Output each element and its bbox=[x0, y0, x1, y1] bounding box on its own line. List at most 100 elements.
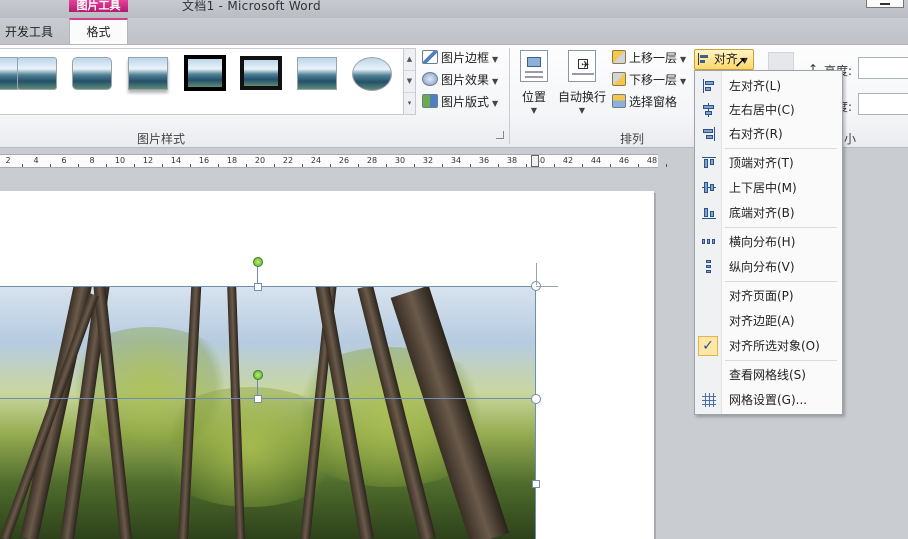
menu-item-align-top[interactable]: 顶端对齐(T) bbox=[696, 151, 841, 175]
ruler-tick bbox=[442, 164, 443, 167]
wrap-text-button[interactable]: ✈ 自动换行 ▼ bbox=[558, 50, 606, 120]
width-input[interactable] bbox=[858, 93, 908, 115]
picture-style-thumb[interactable] bbox=[352, 57, 392, 91]
send-backward-label: 下移一层 bbox=[629, 73, 678, 87]
dialog-launcher-icon[interactable] bbox=[496, 131, 504, 139]
menu-item-grid-settings[interactable]: 网格设置(G)... bbox=[696, 388, 841, 412]
ruler-tick bbox=[666, 164, 667, 167]
ruler-number: 46 bbox=[618, 156, 630, 165]
checkmark-icon: ✓ bbox=[698, 336, 718, 356]
menu-item-align-middle[interactable]: 上下居中(M) bbox=[696, 176, 841, 200]
picture-style-thumb[interactable] bbox=[297, 57, 337, 90]
bring-forward-button[interactable]: 上移一层 ▼ bbox=[612, 48, 686, 68]
size-group-label: 小 bbox=[844, 132, 857, 146]
menu-item-distribute-horizontal[interactable]: 横向分布(H) bbox=[696, 230, 841, 254]
pen-icon bbox=[422, 50, 438, 64]
menu-item-align-selected-objects[interactable]: ✓ 对齐所选对象(O) bbox=[696, 334, 841, 358]
chevron-down-icon: ▼ bbox=[530, 106, 538, 115]
mouse-cursor-icon: ➚ bbox=[734, 52, 748, 71]
send-backward-button[interactable]: 下移一层 ▼ bbox=[612, 70, 686, 90]
picture-border-button[interactable]: 图片边框 ▼ bbox=[422, 48, 498, 68]
picture-styles-group-label: 图片样式 bbox=[137, 132, 186, 146]
gallery-scroll[interactable]: ▲ ▼ ▾ bbox=[403, 48, 416, 115]
ribbon-tab-row: 开发工具 格式 bbox=[0, 18, 908, 45]
grid-icon bbox=[702, 393, 716, 407]
ruler-number: 24 bbox=[310, 156, 322, 165]
menu-item-view-gridlines[interactable]: 查看网格线(S) bbox=[696, 363, 841, 387]
chevron-down-icon: ▼ bbox=[492, 77, 499, 86]
scroll-down-icon[interactable]: ▼ bbox=[404, 71, 415, 93]
ruler-tick bbox=[190, 164, 191, 167]
picture-effects-label: 图片效果 bbox=[441, 73, 490, 87]
bring-forward-label: 上移一层 bbox=[629, 51, 678, 65]
ruler-tick bbox=[218, 164, 219, 167]
ruler-tick bbox=[582, 164, 583, 167]
menu-separator bbox=[725, 281, 837, 282]
menu-item-label: 对齐边距(A) bbox=[729, 314, 795, 328]
picture-effects-button[interactable]: 图片效果 ▼ bbox=[422, 70, 498, 90]
picture-style-thumb[interactable] bbox=[184, 55, 226, 91]
minimize-button[interactable] bbox=[866, 0, 904, 8]
selection-pane-label: 选择窗格 bbox=[629, 95, 678, 109]
menu-item-align-left[interactable]: 左对齐(L) bbox=[696, 74, 841, 98]
selection-border bbox=[0, 398, 536, 399]
position-button[interactable]: 位置 ▼ bbox=[510, 50, 558, 120]
picture-style-thumb[interactable] bbox=[240, 56, 282, 90]
ruler-number: 10 bbox=[114, 156, 126, 165]
chevron-down-icon: ▼ bbox=[492, 55, 499, 64]
selection-border bbox=[535, 286, 536, 539]
gallery-more-icon[interactable]: ▾ bbox=[404, 93, 415, 115]
ruler-number: 20 bbox=[254, 156, 266, 165]
menu-item-align-bottom[interactable]: 底端对齐(B) bbox=[696, 201, 841, 225]
right-indent-marker[interactable] bbox=[531, 155, 539, 167]
height-input[interactable] bbox=[858, 57, 908, 79]
align-icon bbox=[698, 53, 710, 65]
ruler-number: 42 bbox=[562, 156, 574, 165]
resize-handle-top[interactable] bbox=[254, 283, 262, 291]
ruler-tick bbox=[414, 164, 415, 167]
title-bar: 图片工具 文档1 - Microsoft Word bbox=[0, 0, 908, 18]
chevron-down-icon: ▼ bbox=[680, 55, 687, 64]
ruler-number: 32 bbox=[422, 156, 434, 165]
ruler-tick bbox=[554, 164, 555, 167]
menu-item-distribute-vertical[interactable]: 纵向分布(V) bbox=[696, 255, 841, 279]
forest-photo[interactable] bbox=[0, 287, 535, 539]
menu-item-align-right[interactable]: 右对齐(R) bbox=[696, 122, 841, 146]
arrange-group-label: 排列 bbox=[620, 132, 645, 146]
layout-icon bbox=[422, 94, 438, 108]
ruler-tick bbox=[246, 164, 247, 167]
ruler-number: 28 bbox=[366, 156, 378, 165]
crop-mark bbox=[536, 263, 537, 285]
tab-developer[interactable]: 开发工具 bbox=[0, 21, 58, 44]
resize-handle-top[interactable] bbox=[254, 395, 262, 403]
picture-style-thumb[interactable] bbox=[17, 57, 57, 90]
ruler-number: 18 bbox=[226, 156, 238, 165]
chevron-down-icon: ▼ bbox=[492, 99, 499, 108]
align-right-icon bbox=[702, 127, 716, 141]
menu-item-align-to-margin[interactable]: 对齐边距(A) bbox=[696, 309, 841, 333]
resize-handle-right[interactable] bbox=[531, 394, 541, 404]
picture-layout-button[interactable]: 图片版式 ▼ bbox=[422, 92, 498, 112]
ruler-tick bbox=[330, 164, 331, 167]
menu-item-align-center[interactable]: 左右居中(C) bbox=[696, 98, 841, 122]
ruler-tick bbox=[106, 164, 107, 167]
picture-style-thumb[interactable] bbox=[72, 57, 112, 90]
picture-style-thumb[interactable] bbox=[128, 57, 168, 90]
align-center-icon bbox=[702, 103, 716, 117]
ruler-tick bbox=[386, 164, 387, 167]
resize-handle-right[interactable] bbox=[532, 480, 540, 488]
chevron-down-icon: ▼ bbox=[578, 106, 586, 115]
ruler-tick bbox=[358, 164, 359, 167]
rotate-handle[interactable] bbox=[253, 370, 263, 380]
horizontal-ruler[interactable]: 2 4 6 8 10 12 14 16 18 20 22 24 26 28 30 32 34 36 38 40 42 44… bbox=[0, 154, 667, 168]
menu-item-label: 底端对齐(B) bbox=[729, 206, 795, 220]
scroll-up-icon[interactable]: ▲ bbox=[404, 49, 415, 71]
picture-style-thumb[interactable] bbox=[0, 57, 18, 90]
selection-pane-icon bbox=[612, 94, 626, 108]
selection-pane-button[interactable]: 选择窗格 bbox=[612, 92, 677, 112]
rotate-handle[interactable] bbox=[253, 257, 263, 267]
ruler-number: 44 bbox=[590, 156, 602, 165]
tab-format[interactable]: 格式 bbox=[69, 18, 128, 45]
menu-item-align-to-page[interactable]: 对齐页面(P) bbox=[696, 284, 841, 308]
ruler-tick bbox=[638, 164, 639, 167]
